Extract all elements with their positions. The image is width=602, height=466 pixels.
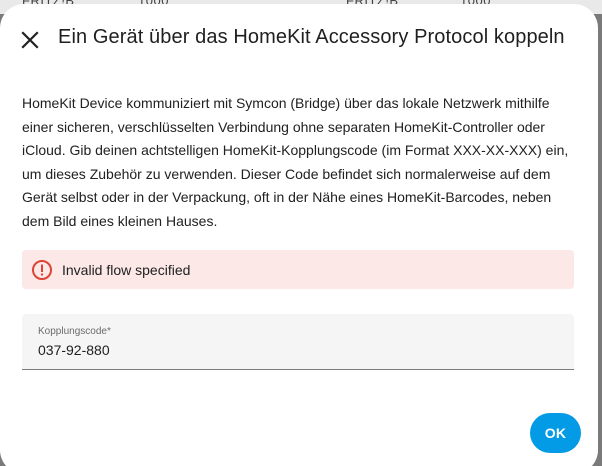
pairing-dialog: Ein Gerät über das HomeKit Accessory Pro… xyxy=(0,4,598,466)
pairing-code-input[interactable] xyxy=(38,342,548,358)
dialog-title: Ein Gerät über das HomeKit Accessory Pro… xyxy=(58,26,565,48)
pairing-code-label: Kopplungscode* xyxy=(38,326,111,337)
error-alert: Invalid flow specified xyxy=(22,250,574,289)
close-button[interactable] xyxy=(14,24,46,56)
ok-button[interactable]: OK xyxy=(530,413,581,453)
dialog-description: HomeKit Device kommuniziert mit Symcon (… xyxy=(22,95,569,229)
alert-message: Invalid flow specified xyxy=(62,261,191,278)
pairing-code-field[interactable]: Kopplungscode* xyxy=(22,314,574,370)
alert-circle-icon xyxy=(31,259,53,281)
close-icon xyxy=(21,31,39,49)
